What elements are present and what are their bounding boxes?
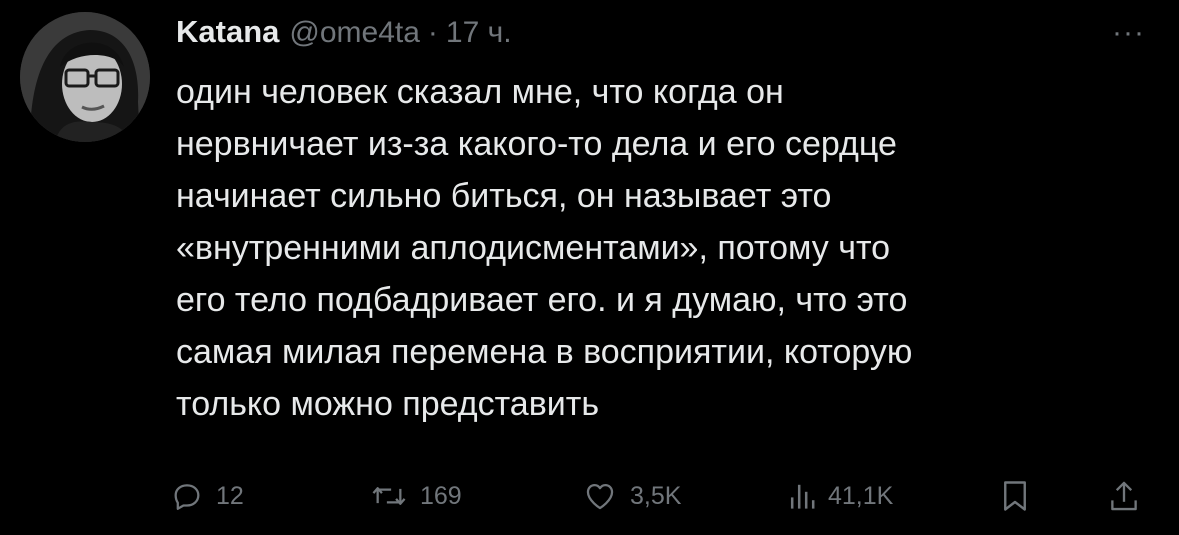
avatar[interactable]	[20, 12, 150, 142]
tweet-text-line: нервничает из-за какого-то дела и его се…	[176, 125, 897, 163]
views-button[interactable]: 41,1K	[788, 472, 893, 520]
repost-button[interactable]: 169	[370, 472, 462, 520]
tweet[interactable]: Katana @ome4ta · 17 ч. ··· один человек …	[0, 0, 1179, 535]
tweet-text-line: его тело подбадривает его. и я думаю, чт…	[176, 281, 908, 319]
like-count: 3,5K	[630, 481, 682, 510]
share-icon	[1111, 481, 1137, 511]
reply-icon	[174, 484, 200, 510]
repost-count: 169	[420, 481, 462, 510]
views-icon	[790, 484, 815, 509]
share-button[interactable]	[1108, 472, 1140, 520]
more-options-icon[interactable]: ···	[1112, 18, 1145, 48]
tweet-header: Katana @ome4ta · 17 ч.	[176, 14, 512, 54]
reply-count: 12	[216, 481, 244, 510]
display-name[interactable]: Katana	[176, 14, 279, 50]
handle[interactable]: @ome4ta	[289, 16, 420, 50]
tweet-text-line: один человек сказал мне, что когда он	[176, 73, 784, 111]
separator-dot: ·	[427, 16, 438, 49]
like-button[interactable]: 3,5K	[582, 472, 681, 520]
tweet-text-line: только можно представить	[176, 385, 600, 423]
bookmark-button[interactable]	[1000, 472, 1030, 520]
heart-icon	[586, 483, 614, 510]
bookmark-icon	[1004, 481, 1026, 511]
tweet-text-line: «внутренними аплодисментами», потому что	[176, 229, 891, 267]
timestamp[interactable]: 17 ч.	[446, 16, 512, 50]
views-count: 41,1K	[828, 481, 894, 510]
reply-button[interactable]: 12	[170, 472, 244, 520]
tweet-text-line: самая милая перемена в восприятии, котор…	[176, 333, 913, 371]
repost-icon	[372, 487, 406, 505]
avatar-image	[20, 12, 150, 142]
tweet-text: один человек сказал мне, что когда он не…	[176, 66, 1156, 430]
action-bar: 12 169 3,5K 41,1K	[170, 472, 1160, 520]
tweet-text-line: начинает сильно биться, он называет это	[176, 177, 832, 215]
